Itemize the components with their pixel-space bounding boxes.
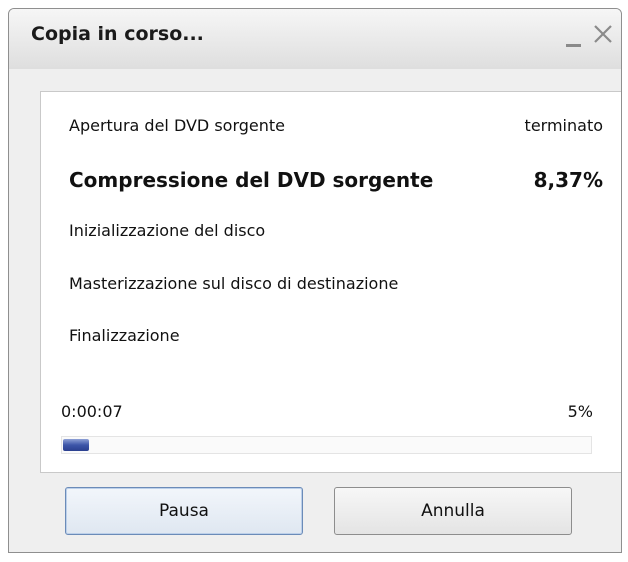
step-row: Inizializzazione del disco xyxy=(69,215,603,245)
progress-info: 0:00:07 5% xyxy=(61,396,593,426)
progress-panel: Apertura del DVD sorgente terminato Comp… xyxy=(40,91,621,473)
window-title: Copia in corso... xyxy=(31,23,204,45)
elapsed-time: 0:00:07 xyxy=(61,401,123,421)
cancel-button[interactable]: Annulla xyxy=(334,487,572,535)
progress-percent: 5% xyxy=(567,401,593,421)
step-label: Masterizzazione sul disco di destinazion… xyxy=(69,273,399,293)
progress-bar-fill xyxy=(63,439,89,451)
step-label: Inizializzazione del disco xyxy=(69,220,266,240)
minimize-icon[interactable] xyxy=(566,44,581,47)
pause-button[interactable]: Pausa xyxy=(65,487,303,535)
step-status: 8,37% xyxy=(533,168,603,192)
step-label: Finalizzazione xyxy=(69,325,180,345)
copy-progress-dialog: Copia in corso... Apertura del DVD sorge… xyxy=(8,8,622,553)
step-label: Compressione del DVD sorgente xyxy=(69,168,434,192)
step-row-active: Compressione del DVD sorgente 8,37% xyxy=(69,165,603,195)
step-label: Apertura del DVD sorgente xyxy=(69,115,286,135)
close-icon[interactable] xyxy=(590,21,616,47)
title-bar[interactable]: Copia in corso... xyxy=(9,9,621,69)
progress-bar xyxy=(61,436,592,454)
step-status: terminato xyxy=(524,115,603,135)
step-row: Masterizzazione sul disco di destinazion… xyxy=(69,268,603,298)
step-row: Finalizzazione xyxy=(69,320,603,350)
step-row: Apertura del DVD sorgente terminato xyxy=(69,110,603,140)
